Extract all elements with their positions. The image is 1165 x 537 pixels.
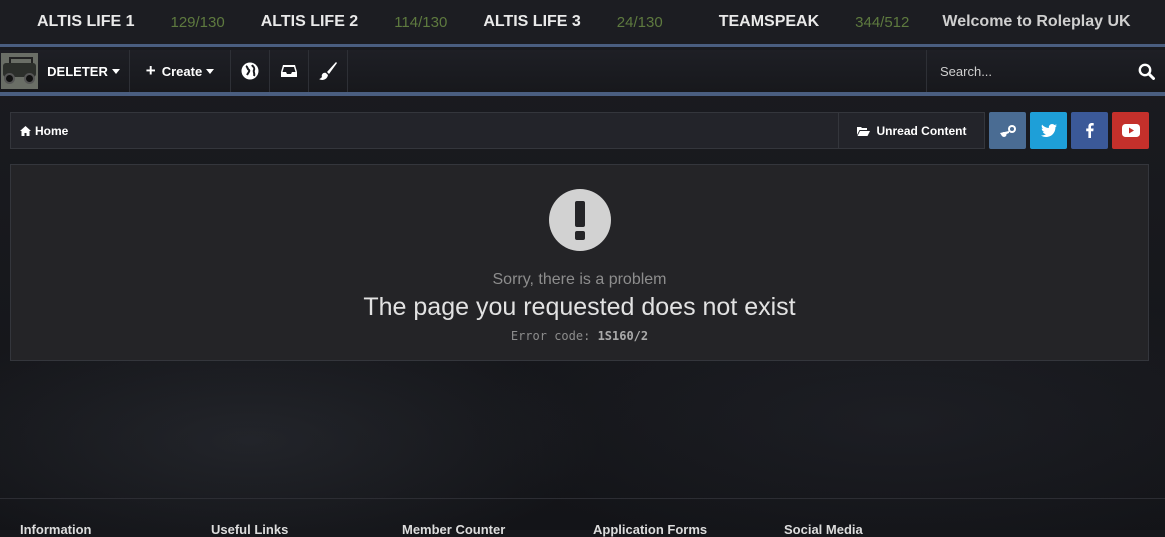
nav-bar: DELETER + Create bbox=[0, 50, 1165, 96]
server-count: 114/130 bbox=[394, 13, 448, 31]
youtube-icon bbox=[1121, 124, 1140, 137]
unread-content-link[interactable]: Unread Content bbox=[838, 113, 984, 148]
globe-button[interactable] bbox=[231, 50, 270, 92]
theme-button[interactable] bbox=[309, 50, 348, 92]
welcome-message: Welcome to Roleplay UK bbox=[942, 13, 1131, 30]
search-box bbox=[926, 50, 1165, 92]
facebook-icon bbox=[1085, 123, 1094, 138]
facebook-button[interactable] bbox=[1071, 112, 1108, 149]
caret-down-icon bbox=[206, 68, 215, 74]
server-count: 344/512 bbox=[855, 13, 910, 31]
breadcrumb: Home Unread Content bbox=[10, 112, 985, 149]
user-name: DELETER bbox=[47, 63, 108, 79]
server-name: ALTIS LIFE 3 bbox=[483, 13, 581, 30]
plus-icon: + bbox=[145, 61, 156, 80]
server-teamspeak[interactable]: TEAMSPEAK 344/512 bbox=[663, 13, 910, 31]
home-icon bbox=[20, 125, 31, 136]
server-name: TEAMSPEAK bbox=[718, 13, 820, 30]
server-name: ALTIS LIFE 1 bbox=[37, 13, 135, 30]
exclamation-icon bbox=[548, 189, 611, 251]
error-panel: Sorry, there is a problem The page you r… bbox=[10, 164, 1149, 361]
server-altis-1[interactable]: ALTIS LIFE 1 129/130 bbox=[0, 13, 225, 31]
footer-divider bbox=[0, 498, 1165, 499]
inbox-icon bbox=[281, 65, 297, 77]
home-label: Home bbox=[35, 123, 69, 138]
youtube-button[interactable] bbox=[1112, 112, 1149, 149]
steam-button[interactable] bbox=[989, 112, 1026, 149]
error-code-value: 1S160/2 bbox=[597, 329, 649, 343]
user-menu-button[interactable]: DELETER bbox=[38, 50, 130, 92]
error-code: Error code: 1S160/2 bbox=[511, 329, 648, 343]
search-icon[interactable] bbox=[1138, 63, 1155, 80]
search-input[interactable] bbox=[938, 62, 1122, 80]
server-count: 129/130 bbox=[170, 13, 225, 31]
server-altis-2[interactable]: ALTIS LIFE 2 114/130 bbox=[225, 13, 448, 31]
brush-icon bbox=[319, 62, 337, 80]
server-count: 24/130 bbox=[616, 13, 663, 31]
twitter-button[interactable] bbox=[1030, 112, 1067, 149]
server-name: ALTIS LIFE 2 bbox=[260, 13, 359, 30]
create-menu-button[interactable]: + Create bbox=[130, 50, 231, 92]
steam-icon bbox=[999, 124, 1016, 137]
caret-down-icon bbox=[111, 68, 120, 74]
error-subtitle: Sorry, there is a problem bbox=[492, 271, 667, 288]
unread-label: Unread Content bbox=[876, 123, 967, 138]
breadcrumb-home-link[interactable]: Home bbox=[20, 124, 68, 138]
avatar[interactable] bbox=[1, 53, 38, 89]
globe-icon bbox=[241, 62, 259, 80]
create-label: Create bbox=[161, 63, 203, 79]
twitter-icon bbox=[1040, 124, 1057, 137]
server-status-bar: ALTIS LIFE 1 129/130 ALTIS LIFE 2 114/13… bbox=[0, 0, 1165, 47]
folder-open-icon bbox=[856, 126, 870, 136]
server-altis-3[interactable]: ALTIS LIFE 3 24/130 bbox=[447, 13, 662, 31]
inbox-button[interactable] bbox=[270, 50, 309, 92]
error-title: The page you requested does not exist bbox=[363, 293, 796, 321]
error-code-label: Error code: bbox=[510, 329, 591, 343]
